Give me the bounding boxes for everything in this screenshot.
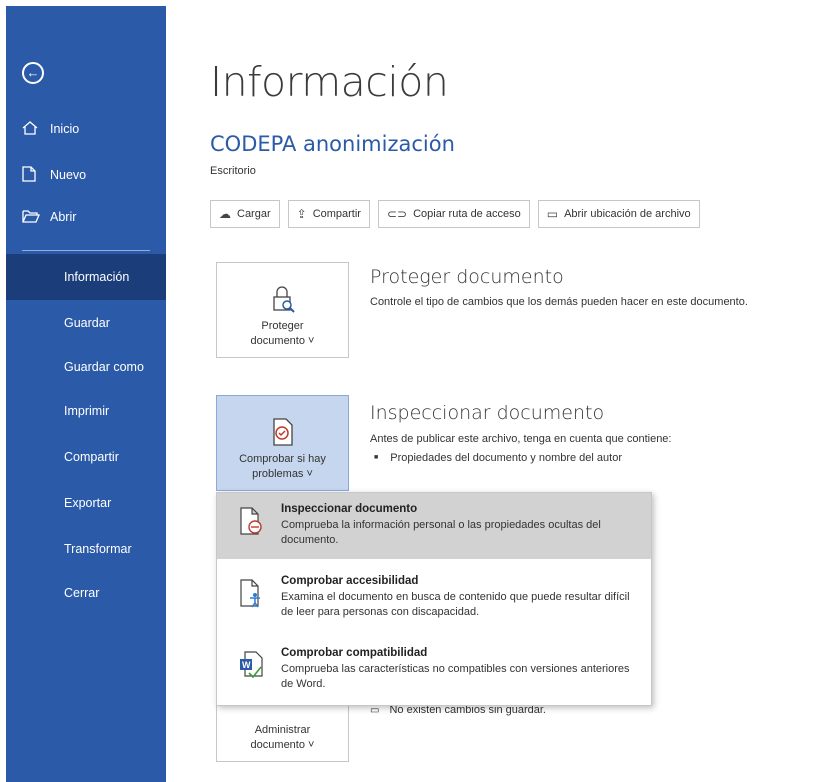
menu-item-title: Comprobar accesibilidad [281,575,419,587]
accessibility-icon [239,579,263,609]
protect-document-button[interactable]: Proteger documento ˅ [216,262,349,358]
back-arrow-icon[interactable]: ← [22,62,44,84]
menu-item-title: Inspeccionar documento [281,503,418,515]
sidebar-item-abrir[interactable]: Abrir [22,206,76,228]
menu-item-desc: Comprueba las características no compati… [281,663,630,690]
sidebar-item-label: Exportar [64,496,112,510]
backstage-sidebar: ← Inicio Nuevo Abrir Información Guardar… [6,6,166,782]
sidebar-item-informacion[interactable]: Información [6,254,166,300]
new-document-icon [22,165,42,185]
inspect-section-desc: Antes de publicar este archivo, tenga en… [370,433,672,445]
link-icon: ⊂⊃ [386,207,408,221]
document-name: CODEPA anonimización [210,132,455,156]
cloud-upload-icon: ☁ [219,207,231,221]
sidebar-item-label: Cerrar [64,586,100,600]
lock-icon [271,285,295,313]
upload-button-label: Cargar [237,208,271,220]
share-button-label: Compartir [312,208,361,220]
protect-section-title: Proteger documento [370,266,564,288]
sidebar-item-cerrar[interactable]: Cerrar [6,570,166,616]
menu-item-inspect-document[interactable]: Inspeccionar documento Comprueba la info… [217,493,651,559]
sidebar-item-label: Transformar [64,542,132,556]
menu-item-check-accessibility[interactable]: Comprobar accesibilidad Examina el docum… [217,565,651,631]
check-issues-tile-label: Comprobar si hay [239,453,326,465]
sidebar-item-guardar-como[interactable]: Guardar como [6,344,166,390]
folder-icon: ▭ [546,207,559,221]
sidebar-item-imprimir[interactable]: Imprimir [6,388,166,434]
share-icon: ⇪ [296,207,307,221]
check-issues-tile-dropdown-label: problemas ˅ [252,468,313,480]
file-actions-row: ☁ Cargar ⇪ Compartir ⊂⊃ Copiar ruta de a… [210,200,700,228]
sidebar-divider [22,250,150,251]
sidebar-item-label: Guardar [64,316,110,330]
page-title: Información [210,58,449,106]
sidebar-item-guardar[interactable]: Guardar [6,300,166,346]
sidebar-item-inicio[interactable]: Inicio [22,118,79,140]
home-icon [22,120,42,138]
check-issues-menu: Inspeccionar documento Comprueba la info… [216,492,652,706]
sidebar-item-label: Compartir [64,450,119,464]
sidebar-item-label: Nuevo [50,168,87,182]
menu-item-desc: Comprueba la información personal o las … [281,519,601,546]
sidebar-item-exportar[interactable]: Exportar [6,480,166,526]
check-document-icon [271,418,295,446]
protect-section-desc: Controle el tipo de cambios que los demá… [370,296,748,308]
check-issues-button[interactable]: Comprobar si hay problemas ˅ [216,395,349,491]
upload-button[interactable]: ☁ Cargar [210,200,280,228]
sidebar-item-transformar[interactable]: Transformar [6,526,166,572]
document-location[interactable]: Escritorio [210,165,256,177]
sidebar-item-label: Inicio [50,122,80,136]
protect-tile-dropdown-label: documento ˅ [250,335,315,347]
copy-path-button-label: Copiar ruta de acceso [413,208,521,220]
svg-text:W: W [242,660,251,670]
inspect-document-icon [239,507,263,537]
sidebar-item-label: Abrir [50,210,77,224]
copy-path-button[interactable]: ⊂⊃ Copiar ruta de acceso [377,200,530,228]
menu-item-title: Comprobar compatibilidad [281,647,428,659]
inspect-section-title: Inspeccionar documento [370,402,605,424]
document-status-icon: ▭ [370,704,380,716]
manage-tile-label: Administrar [254,724,311,736]
sidebar-item-label: Guardar como [64,360,144,374]
sidebar-item-compartir[interactable]: Compartir [6,434,166,480]
inspect-bullet: Propiedades del documento y nombre del a… [374,452,622,464]
protect-tile-label: Proteger [261,320,304,332]
sidebar-item-label: Información [64,270,130,284]
open-location-button-label: Abrir ubicación de archivo [564,208,691,220]
manage-tile-dropdown-label: documento ˅ [250,739,315,751]
compatibility-icon: W [239,651,263,681]
share-button[interactable]: ⇪ Compartir [287,200,370,228]
sidebar-item-nuevo[interactable]: Nuevo [22,164,86,186]
open-location-button[interactable]: ▭ Abrir ubicación de archivo [537,200,700,228]
folder-open-icon [22,209,42,226]
menu-item-desc: Examina el documento en busca de conteni… [281,591,630,618]
menu-item-check-compatibility[interactable]: W Comprobar compatibilidad Comprueba las… [217,637,651,703]
sidebar-item-label: Imprimir [64,404,110,418]
